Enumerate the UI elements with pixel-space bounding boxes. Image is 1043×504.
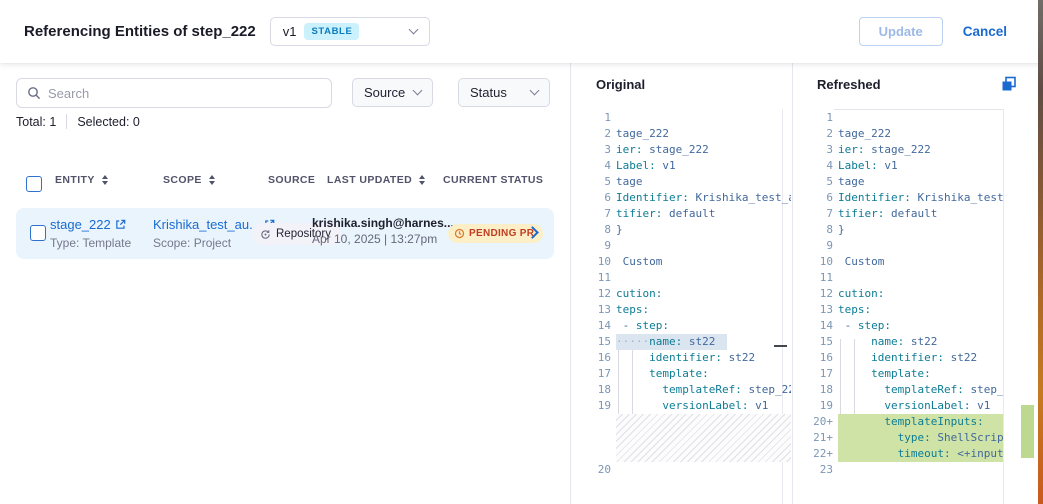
sort-icon (209, 175, 215, 185)
code-line: 2tage_222 (585, 126, 791, 142)
code-line: 8} (585, 222, 791, 238)
last-updated-cell: krishika.singh@harnes... Apr 10, 2025 | … (312, 216, 444, 246)
code-line: 11 (585, 270, 791, 286)
updated-by: krishika.singh@harnes... (312, 216, 444, 230)
code-line: 9 (807, 238, 1003, 254)
code-line: 9 (585, 238, 791, 254)
code-line: 6Identifier: Krishika_test_aut (585, 190, 791, 206)
version-selector[interactable]: v1 STABLE (270, 17, 430, 46)
code-line: 10 Custom (585, 254, 791, 270)
copy-icon[interactable] (1000, 76, 1018, 94)
select-all-checkbox[interactable] (26, 176, 42, 192)
entity-cell: stage_222 Type: Template (50, 216, 131, 250)
refreshed-panel-title: Refreshed (817, 77, 881, 92)
code-line: 19 versionLabel: v1 (807, 398, 1003, 414)
original-code-editor[interactable]: 12tage_2223ier: stage_2224Label: v15tage… (585, 110, 791, 478)
sort-icon (419, 175, 425, 185)
chevron-down-icon (530, 86, 540, 96)
code-line: 20 (585, 462, 791, 478)
total-count: Total: 1 (16, 115, 56, 129)
updated-at: Apr 10, 2025 | 13:27pm (312, 232, 444, 246)
code-line: 14 - step: (585, 318, 791, 334)
code-line: 15·····name: st22 (585, 334, 791, 350)
refreshed-scrollbar-track[interactable] (1003, 109, 1004, 504)
yaml-diff-viewer: Original Refreshed 12tage_2223ier: stage… (570, 63, 1038, 504)
code-line: 17 template: (807, 366, 1003, 382)
table-header: ENTITY SCOPE SOURCE LAST UPDATED CURRENT… (16, 174, 570, 196)
referencing-entities-drawer: Referencing Entities of step_222 v1 STAB… (0, 0, 1043, 504)
external-link-icon (115, 219, 126, 230)
code-line: 15 name: st22 (807, 334, 1003, 350)
code-line: 21+ type: ShellScript (807, 430, 1003, 446)
row-checkbox[interactable] (30, 225, 46, 241)
column-scope[interactable]: SCOPE (163, 174, 215, 186)
source-filter-dropdown[interactable]: Source (352, 78, 433, 107)
column-source: SOURCE (268, 174, 315, 186)
code-line: 7tifier: default (585, 206, 791, 222)
referencing-entities-list: Source Status Total: 1 Selected: 0 ENTIT… (0, 63, 570, 504)
code-line: 1 (585, 110, 791, 126)
entity-type: Type: Template (50, 236, 131, 250)
repository-icon (260, 229, 271, 240)
search-input[interactable] (48, 86, 321, 101)
code-line: 3ier: stage_222 (585, 142, 791, 158)
cancel-button[interactable]: Cancel (963, 24, 1007, 39)
code-line: 12cution: (807, 286, 1003, 302)
panel-divider (570, 63, 571, 504)
code-line: 12cution: (585, 286, 791, 302)
code-line: 10 Custom (807, 254, 1003, 270)
entity-link[interactable]: stage_222 (50, 217, 126, 232)
code-line: 3ier: stage_222 (807, 142, 1003, 158)
status-filter-dropdown[interactable]: Status (458, 78, 550, 107)
code-line: 7tifier: default (807, 206, 1003, 222)
clock-icon (454, 228, 465, 239)
selected-count: Selected: 0 (77, 115, 140, 129)
column-current-status: CURRENT STATUS (443, 174, 543, 186)
code-line: 4Label: v1 (807, 158, 1003, 174)
code-line: 19 versionLabel: v1 (585, 398, 791, 414)
code-line: 22+ timeout: <+input> (807, 446, 1003, 462)
code-line: 2tage_222 (807, 126, 1003, 142)
code-line: 14 - step: (807, 318, 1003, 334)
search-box (16, 78, 332, 108)
code-line: 18 templateRef: step_222 (807, 382, 1003, 398)
drawer-header: Referencing Entities of step_222 v1 STAB… (0, 0, 1043, 63)
column-last-updated[interactable]: LAST UPDATED (327, 174, 425, 186)
code-line: 5tage (585, 174, 791, 190)
original-panel-title: Original (596, 77, 645, 92)
code-line: 16 identifier: st22 (807, 350, 1003, 366)
code-line: 4Label: v1 (585, 158, 791, 174)
search-icon (27, 86, 41, 100)
page-title: Referencing Entities of step_222 (24, 23, 256, 40)
code-line: 13teps: (807, 302, 1003, 318)
totals-bar: Total: 1 Selected: 0 (16, 114, 140, 129)
code-line: 5tage (807, 174, 1003, 190)
code-line: 13teps: (585, 302, 791, 318)
column-entity[interactable]: ENTITY (55, 174, 108, 186)
chevron-down-icon (408, 25, 418, 35)
code-line: 6Identifier: Krishika_test_aut (807, 190, 1003, 206)
update-button[interactable]: Update (859, 17, 943, 46)
added-lines-overview-marker (1021, 405, 1034, 458)
code-line: 8} (807, 222, 1003, 238)
version-label: v1 (283, 24, 297, 39)
code-line: 23 (807, 462, 1003, 478)
code-line: 16 identifier: st22 (585, 350, 791, 366)
table-row[interactable]: stage_222 Type: Template Krishika_test_a… (16, 208, 554, 259)
diff-panels-divider (792, 63, 793, 504)
code-line: 17 template: (585, 366, 791, 382)
page-background-edge (1038, 0, 1043, 504)
code-line: 1 (807, 110, 1003, 126)
stable-badge: STABLE (304, 23, 359, 40)
code-line: 11 (807, 270, 1003, 286)
diff-collapsed-region (616, 414, 791, 462)
sort-icon (102, 175, 108, 185)
code-line: 18 templateRef: step_222 (585, 382, 791, 398)
chevron-down-icon (413, 86, 423, 96)
refreshed-code-editor[interactable]: 12tage_2223ier: stage_2224Label: v15tage… (807, 110, 1003, 478)
code-line: 20+ templateInputs: (807, 414, 1003, 430)
